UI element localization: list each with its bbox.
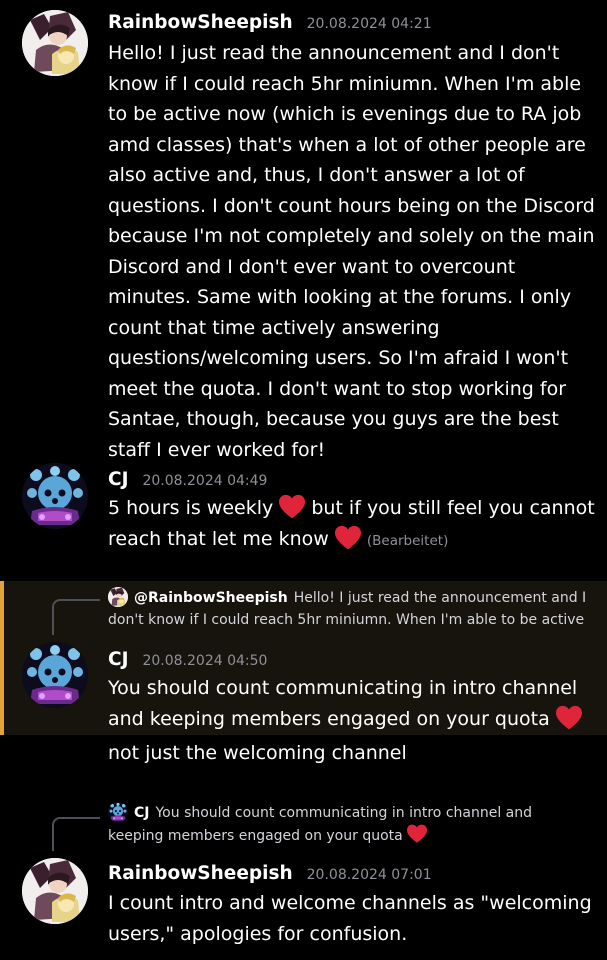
user-avatar-icon <box>108 802 128 822</box>
reply-preview[interactable]: CJ You should count communicating in intr… <box>108 802 588 847</box>
reply-connector <box>52 817 100 851</box>
message-text-part: You should count communicating in intro … <box>108 677 578 730</box>
user-avatar-icon <box>22 10 88 76</box>
author-name[interactable]: RainbowSheepish <box>108 863 293 884</box>
avatar <box>108 587 128 607</box>
message-text: I count intro and welcome channels as "w… <box>108 892 592 945</box>
user-avatar-icon <box>22 463 88 529</box>
timestamp: 20.08.2024 04:21 <box>306 16 432 32</box>
message-text-part: 5 hours is weekly <box>108 497 274 519</box>
heart-icon <box>279 494 305 520</box>
avatar[interactable] <box>22 10 88 76</box>
author-name[interactable]: CJ <box>108 649 128 670</box>
user-avatar-icon <box>22 858 88 924</box>
avatar[interactable] <box>22 642 88 708</box>
author-name[interactable]: CJ <box>108 469 128 490</box>
reply-author[interactable]: CJ <box>134 805 149 821</box>
timestamp: 20.08.2024 04:49 <box>142 473 268 489</box>
message-text: 5 hours is weekly but if you still feel … <box>108 493 600 556</box>
edited-label: (Bearbeitet) <box>366 532 449 549</box>
avatar[interactable] <box>22 463 88 529</box>
avatar[interactable] <box>22 858 88 924</box>
message-text: Hello! I just read the announcement and … <box>108 42 595 461</box>
user-avatar-icon <box>108 587 128 607</box>
reply-preview-text: You should count communicating in intro … <box>108 805 533 844</box>
timestamp: 20.08.2024 07:01 <box>306 867 432 883</box>
user-avatar-icon <box>22 642 88 708</box>
author-name[interactable]: RainbowSheepish <box>108 12 293 33</box>
message-text: You should count communicating in intro … <box>108 673 600 734</box>
avatar <box>108 802 128 822</box>
message-followup: not just the welcoming channel <box>108 742 407 764</box>
reply-connector <box>52 599 100 635</box>
heart-icon <box>556 705 582 731</box>
reply-mention[interactable]: @RainbowSheepish <box>134 590 288 606</box>
timestamp: 20.08.2024 04:50 <box>142 653 268 669</box>
reply-preview[interactable]: @RainbowSheepish Hello! I just read the a… <box>108 587 588 631</box>
heart-icon <box>407 824 427 844</box>
heart-icon <box>335 525 361 551</box>
